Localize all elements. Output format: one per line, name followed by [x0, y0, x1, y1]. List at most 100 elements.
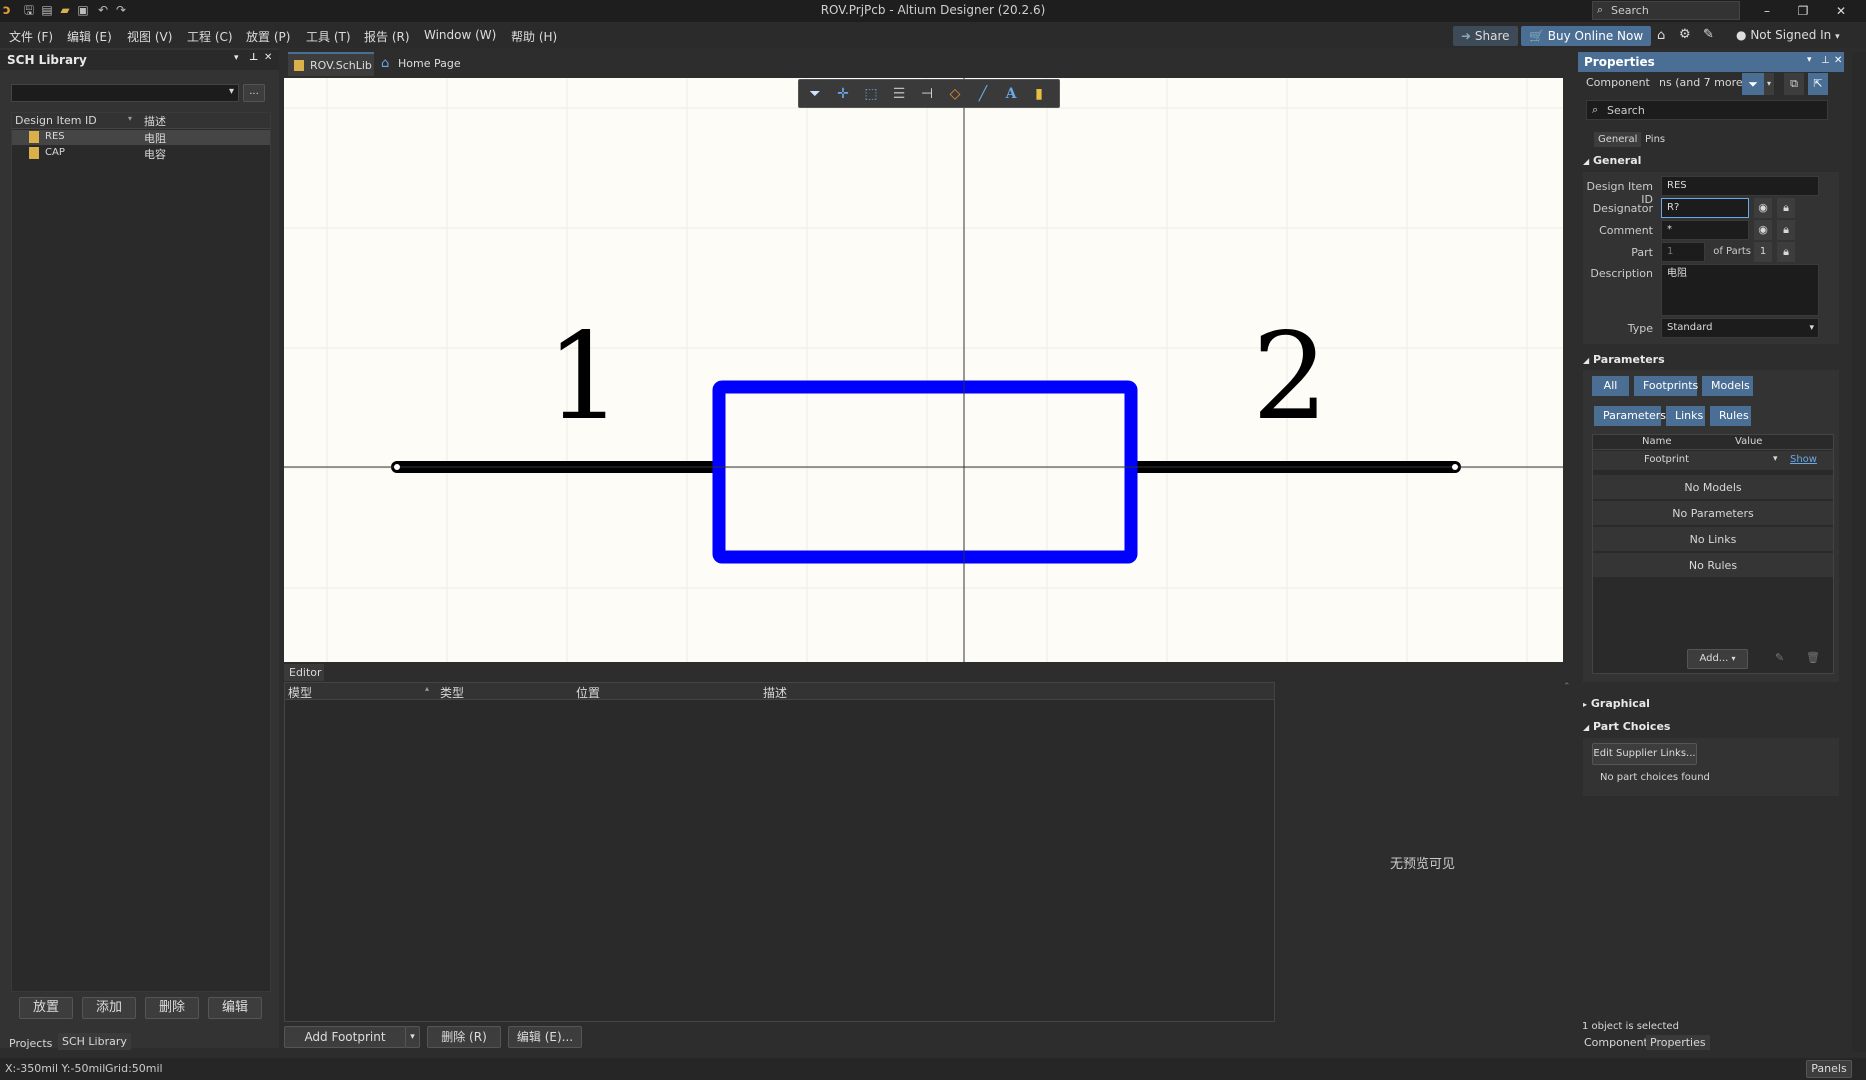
- cursor-mode-icon[interactable]: ⇱: [1808, 73, 1828, 95]
- buy-online-button[interactable]: 🛒 Buy Online Now: [1521, 26, 1652, 46]
- col-type[interactable]: 类型: [440, 684, 464, 701]
- menu-tools[interactable]: 工具 (T): [306, 28, 351, 45]
- part-icon[interactable]: ▮: [1029, 86, 1049, 102]
- home-icon[interactable]: ⌂: [1657, 28, 1665, 43]
- graphical-section-header[interactable]: ▸ Graphical: [1583, 697, 1650, 710]
- col-location[interactable]: 位置: [576, 684, 600, 701]
- menu-view[interactable]: 视图 (V): [127, 28, 172, 45]
- visibility-icon[interactable]: ◉: [1754, 198, 1772, 218]
- tab-sch-library[interactable]: SCH Library: [58, 1033, 131, 1050]
- panels-button[interactable]: Panels: [1806, 1060, 1852, 1078]
- tab-projects[interactable]: Projects: [5, 1035, 56, 1052]
- col-design-item-id[interactable]: Design Item ID: [15, 114, 97, 127]
- right-scrollbar[interactable]: [1852, 52, 1866, 1052]
- menu-place[interactable]: 放置 (P): [246, 28, 290, 45]
- lock-icon[interactable]: 🔒︎: [1777, 242, 1795, 262]
- menu-edit[interactable]: 编辑 (E): [67, 28, 112, 45]
- share-button[interactable]: ➜ Share: [1453, 26, 1518, 46]
- comment-field[interactable]: *: [1661, 220, 1749, 240]
- param-tab-rules[interactable]: Rules: [1710, 406, 1751, 426]
- col-description[interactable]: 描述: [144, 113, 166, 129]
- pin-icon[interactable]: ⊥: [249, 48, 258, 68]
- tab-pins[interactable]: Pins: [1641, 132, 1669, 147]
- add-button[interactable]: 添加: [82, 997, 136, 1019]
- tab-properties[interactable]: Properties: [1646, 1035, 1710, 1050]
- select-mode-icon[interactable]: ⧉: [1784, 73, 1804, 95]
- edit-supplier-links-button[interactable]: Edit Supplier Links...: [1592, 743, 1697, 765]
- list-item[interactable]: RES 电阻: [12, 130, 270, 145]
- pin-icon[interactable]: ⊥: [1821, 55, 1830, 66]
- visibility-icon[interactable]: ◉: [1754, 220, 1772, 240]
- parameters-section-header[interactable]: ◢ Parameters: [1583, 353, 1665, 366]
- component-filter-select[interactable]: ▾: [11, 84, 239, 102]
- param-tab-parameters[interactable]: Parameters: [1594, 406, 1666, 426]
- close-window-button[interactable]: ✕: [1826, 2, 1856, 20]
- scroll-up-icon[interactable]: ⌃: [1563, 682, 1571, 692]
- text-icon[interactable]: A: [1001, 86, 1021, 102]
- param-tab-models[interactable]: Models: [1702, 376, 1753, 396]
- trash-icon[interactable]: 🗑︎: [1806, 651, 1820, 664]
- schematic-canvas[interactable]: 1 2 ⌃: [284, 78, 1563, 662]
- menu-help[interactable]: 帮助 (H): [511, 28, 557, 45]
- line-icon[interactable]: ╱: [973, 86, 993, 102]
- designator-field[interactable]: R?: [1661, 198, 1749, 218]
- tab-general[interactable]: General: [1594, 132, 1642, 147]
- menu-file[interactable]: 文件 (F): [9, 28, 53, 45]
- edit-button[interactable]: 编辑: [208, 997, 262, 1019]
- account-menu[interactable]: ● Not Signed In ▾: [1736, 28, 1840, 42]
- param-tab-links[interactable]: Links: [1666, 406, 1705, 426]
- col-name[interactable]: Name: [1642, 436, 1672, 447]
- minimize-button[interactable]: –: [1752, 2, 1782, 20]
- design-item-id-field[interactable]: RES: [1661, 176, 1819, 196]
- fill-icon[interactable]: ◇: [945, 86, 965, 102]
- tab-editor[interactable]: Editor: [284, 664, 324, 681]
- add-parameter-button[interactable]: Add... ▾: [1687, 649, 1748, 669]
- pin-1-designator[interactable]: 1: [546, 313, 622, 443]
- menu-reports[interactable]: 报告 (R): [364, 28, 410, 45]
- pin-place-icon[interactable]: ⊣: [917, 86, 937, 102]
- properties-search-input[interactable]: ⌕ Search: [1586, 100, 1828, 120]
- delete-button[interactable]: 删除: [145, 997, 199, 1019]
- footprint-row[interactable]: Footprint ▾ Show: [1593, 451, 1833, 470]
- browse-button[interactable]: ...: [243, 84, 265, 102]
- delete-model-button[interactable]: 删除 (R): [427, 1026, 501, 1048]
- move-icon[interactable]: ✛: [833, 86, 853, 102]
- menu-project[interactable]: 工程 (C): [187, 28, 233, 45]
- add-footprint-dropdown[interactable]: ▾: [405, 1026, 420, 1048]
- list-item[interactable]: CAP 电容: [12, 146, 270, 161]
- col-description[interactable]: 描述: [763, 684, 787, 701]
- edit-icon[interactable]: ✎: [1775, 651, 1784, 664]
- tab-rov-schlib[interactable]: ROV.SchLib: [288, 52, 374, 76]
- col-model[interactable]: 模型: [288, 684, 312, 701]
- restore-button[interactable]: ❐: [1788, 2, 1818, 20]
- panel-menu-icon[interactable]: ▾: [234, 48, 239, 68]
- close-icon[interactable]: ✕: [264, 48, 272, 68]
- show-link[interactable]: Show: [1790, 454, 1817, 465]
- tab-components[interactable]: Components: [1582, 1035, 1656, 1050]
- menu-window[interactable]: Window (W): [424, 28, 496, 42]
- type-select[interactable]: Standard ▾: [1661, 318, 1819, 338]
- pin-2-designator[interactable]: 2: [1252, 313, 1328, 443]
- filter-icon[interactable]: ⏷: [805, 86, 825, 102]
- filter-button[interactable]: ⏷: [1742, 73, 1764, 95]
- add-footprint-button[interactable]: Add Footprint: [284, 1026, 406, 1048]
- place-button[interactable]: 放置: [19, 997, 73, 1019]
- settings-icon[interactable]: ⚙: [1679, 27, 1691, 42]
- general-section-header[interactable]: ◢ General: [1583, 154, 1641, 167]
- filter-dropdown[interactable]: ▾: [1764, 73, 1774, 95]
- edit-model-button[interactable]: 编辑 (E)...: [508, 1026, 582, 1048]
- description-field[interactable]: 电阻: [1661, 264, 1819, 316]
- close-icon[interactable]: ✕: [1834, 55, 1842, 66]
- param-tab-all[interactable]: All: [1592, 376, 1629, 396]
- notifications-icon[interactable]: ✎: [1703, 27, 1714, 42]
- lock-icon[interactable]: 🔒︎: [1777, 198, 1795, 218]
- global-search-input[interactable]: Search: [1592, 1, 1740, 20]
- select-icon[interactable]: ⬚: [861, 86, 881, 102]
- param-tab-footprints[interactable]: Footprints: [1634, 376, 1698, 396]
- align-icon[interactable]: ☰: [889, 86, 909, 102]
- part-select[interactable]: 1: [1661, 242, 1705, 262]
- panel-menu-icon[interactable]: ▾: [1807, 55, 1812, 65]
- tab-home-page[interactable]: ⌂ Home Page: [376, 52, 466, 76]
- part-choices-section-header[interactable]: ◢ Part Choices: [1583, 720, 1670, 733]
- col-value[interactable]: Value: [1735, 436, 1762, 447]
